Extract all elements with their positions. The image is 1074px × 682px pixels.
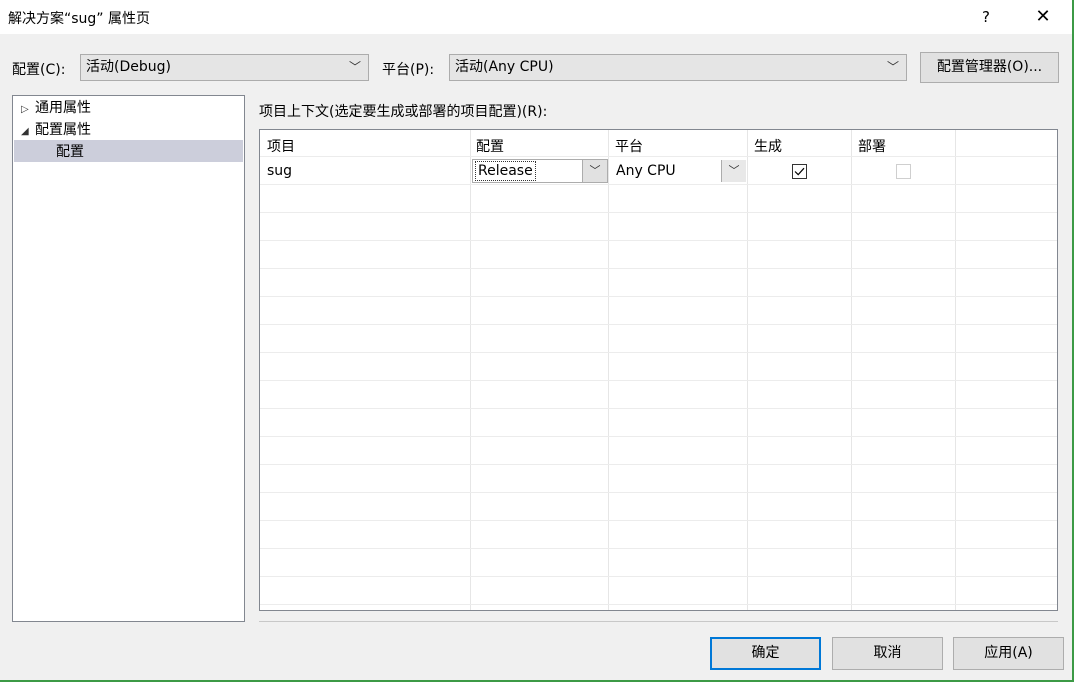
tree-item-label: 配置 xyxy=(56,144,84,160)
config-label: 配置(C): xyxy=(12,62,66,78)
platform-label: 平台(P): xyxy=(382,62,435,78)
platform-select-value: 活动(Any CPU) xyxy=(455,59,554,75)
header-deploy: 部署 xyxy=(858,139,886,155)
grid-row-divider xyxy=(260,268,1057,269)
apply-button[interactable]: 应用(A) xyxy=(953,637,1064,670)
bottom-separator xyxy=(259,621,1058,622)
grid-row-divider xyxy=(260,520,1057,521)
tree-item-label: 通用属性 xyxy=(35,100,91,116)
grid-caption: 项目上下文(选定要生成或部署的项目配置)(R): xyxy=(259,104,548,120)
chevron-down-icon: ﹀ xyxy=(348,60,361,74)
ok-button[interactable]: 确定 xyxy=(710,637,821,670)
grid-row-divider xyxy=(260,604,1057,605)
window-title: 解决方案“sug” 属性页 xyxy=(8,11,151,27)
row-config-select[interactable]: Release ﹀ xyxy=(472,159,608,183)
row-platform-select[interactable]: Any CPU ﹀ xyxy=(610,159,747,183)
collapse-arrow-icon[interactable]: ◢ xyxy=(21,121,35,143)
tree-item-general[interactable]: ▷ 通用属性 xyxy=(21,97,91,119)
row-deploy-checkbox[interactable] xyxy=(896,164,911,179)
grid-row-divider xyxy=(260,324,1057,325)
tree-selection-highlight xyxy=(14,140,243,162)
project-context-grid[interactable]: 项目 配置 平台 生成 部署 sug Release ﹀ Any CPU ﹀ xyxy=(259,129,1058,611)
grid-row-divider xyxy=(260,212,1057,213)
expand-arrow-icon[interactable]: ▷ xyxy=(21,99,35,121)
row-build-checkbox[interactable] xyxy=(792,164,807,179)
header-configuration: 配置 xyxy=(476,139,504,155)
property-tree[interactable]: ▷ 通用属性 ◢ 配置属性 配置 xyxy=(12,95,245,622)
row-platform-value: Any CPU xyxy=(616,163,676,179)
grid-row-divider xyxy=(260,240,1057,241)
tree-item-label: 配置属性 xyxy=(35,122,91,138)
title-bar xyxy=(0,0,1074,34)
checkmark-icon xyxy=(794,167,805,176)
grid-row-divider xyxy=(260,464,1057,465)
tree-item-config[interactable]: 配置 xyxy=(56,141,84,163)
header-build: 生成 xyxy=(754,139,782,155)
chevron-down-icon: ﹀ xyxy=(886,60,899,74)
grid-row-divider xyxy=(260,408,1057,409)
grid-row-divider xyxy=(260,436,1057,437)
grid-column-divider xyxy=(608,130,609,610)
chevron-down-icon[interactable]: ﹀ xyxy=(721,160,746,182)
grid-row-divider xyxy=(260,352,1057,353)
platform-select[interactable]: 活动(Any CPU) ﹀ xyxy=(449,54,907,81)
cell-project-name: sug xyxy=(267,163,293,179)
close-button[interactable]: ✕ xyxy=(1020,0,1066,34)
grid-row-divider xyxy=(260,492,1057,493)
config-select[interactable]: 活动(Debug) ﹀ xyxy=(80,54,369,81)
grid-row-divider xyxy=(260,380,1057,381)
grid-row-divider xyxy=(260,548,1057,549)
grid-column-divider xyxy=(470,130,471,610)
grid-row-divider xyxy=(260,156,1057,157)
config-select-value: 活动(Debug) xyxy=(86,59,171,75)
help-button[interactable]: ? xyxy=(970,0,1002,34)
grid-column-divider xyxy=(747,130,748,610)
chevron-down-icon[interactable]: ﹀ xyxy=(582,160,607,182)
grid-column-divider xyxy=(955,130,956,610)
cancel-button[interactable]: 取消 xyxy=(832,637,943,670)
grid-column-divider xyxy=(851,130,852,610)
grid-row-divider xyxy=(260,576,1057,577)
header-platform: 平台 xyxy=(615,139,643,155)
row-config-value: Release xyxy=(475,161,536,181)
tree-item-config-props[interactable]: ◢ 配置属性 xyxy=(21,119,91,141)
grid-row-divider xyxy=(260,184,1057,185)
config-manager-button[interactable]: 配置管理器(O)... xyxy=(920,52,1059,83)
header-project: 项目 xyxy=(267,139,295,155)
grid-row-divider xyxy=(260,296,1057,297)
